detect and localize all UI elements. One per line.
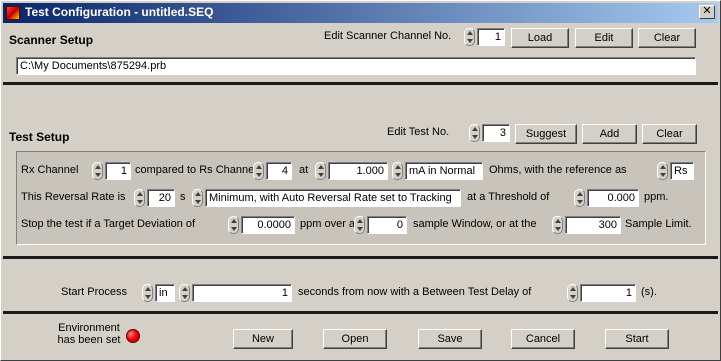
reversal-mode-select[interactable]: Minimum, with Auto Reversal Rate set to … bbox=[205, 189, 461, 207]
deviation-input[interactable]: 0.0000 bbox=[241, 216, 295, 234]
close-button[interactable]: ✕ bbox=[699, 5, 715, 19]
probe-file-path[interactable]: C:\My Documents\875294.prb bbox=[16, 57, 696, 75]
ppm-over-label: ppm over a bbox=[300, 218, 356, 230]
separator bbox=[3, 82, 718, 85]
load-button[interactable]: Load bbox=[511, 28, 569, 48]
window-title: Test Configuration - untitled.SEQ bbox=[25, 5, 214, 19]
start-process-label: Start Process bbox=[61, 286, 128, 298]
window-spinner[interactable] bbox=[354, 216, 365, 234]
delay-spinner[interactable] bbox=[567, 284, 578, 302]
separator bbox=[3, 256, 718, 259]
rs-channel-spinner[interactable] bbox=[253, 162, 264, 180]
add-button[interactable]: Add bbox=[582, 124, 637, 144]
rx-channel-input[interactable]: 1 bbox=[105, 162, 131, 180]
test-no-label: Edit Test No. bbox=[387, 126, 450, 138]
scanner-channel-spinner[interactable] bbox=[464, 28, 475, 46]
scanner-channel-label: Edit Scanner Channel No. bbox=[324, 30, 452, 42]
process-seconds-spinner[interactable] bbox=[179, 284, 190, 302]
environment-status-led bbox=[126, 329, 140, 343]
edit-button[interactable]: Edit bbox=[575, 28, 633, 48]
test-configuration-window: Test Configuration - untitled.SEQ ✕ Scan… bbox=[0, 0, 721, 361]
open-button[interactable]: Open bbox=[323, 329, 387, 349]
delay-input[interactable]: 1 bbox=[580, 284, 636, 302]
rx-channel-label: Rx Channel bbox=[21, 164, 79, 176]
sample-limit-label: Sample Limit. bbox=[625, 218, 692, 230]
app-icon bbox=[6, 6, 20, 20]
seconds-unit-label: s bbox=[180, 191, 186, 203]
limit-input[interactable]: 300 bbox=[565, 216, 621, 234]
reversal-rate-input[interactable]: 20 bbox=[147, 189, 175, 207]
process-mode-select[interactable]: in bbox=[155, 284, 175, 302]
threshold-input[interactable]: 0.000 bbox=[587, 189, 639, 207]
compared-label: compared to Rs Channel bbox=[135, 164, 257, 176]
reversal-mode-spinner[interactable] bbox=[192, 189, 203, 207]
process-mode-spinner[interactable] bbox=[142, 284, 153, 302]
rs-channel-input[interactable]: 4 bbox=[266, 162, 292, 180]
process-seconds-input[interactable]: 1 bbox=[192, 284, 292, 302]
scanner-channel-input[interactable]: 1 bbox=[477, 28, 505, 46]
test-no-input[interactable]: 3 bbox=[482, 124, 510, 142]
current-mode-select[interactable]: mA in Normal bbox=[405, 162, 483, 180]
new-button[interactable]: New bbox=[233, 329, 293, 349]
start-button[interactable]: Start bbox=[605, 329, 669, 349]
test-clear-button[interactable]: Clear bbox=[642, 124, 697, 144]
limit-spinner[interactable] bbox=[552, 216, 563, 234]
separator bbox=[3, 311, 718, 314]
test-setup-title: Test Setup bbox=[9, 130, 70, 144]
environment-status-label: Environment has been set bbox=[56, 322, 122, 346]
current-input[interactable]: 1.000 bbox=[328, 162, 388, 180]
scanner-setup-title: Scanner Setup bbox=[9, 33, 94, 47]
ppm-label: ppm. bbox=[644, 191, 669, 203]
stop-test-label: Stop the test if a Target Deviation of bbox=[21, 218, 196, 230]
scanner-clear-button[interactable]: Clear bbox=[638, 28, 696, 48]
environment-label-line1: Environment bbox=[58, 322, 120, 334]
save-button[interactable]: Save bbox=[418, 329, 482, 349]
reference-label: Ohms, with the reference as bbox=[489, 164, 627, 176]
window-label: sample Window, or at the bbox=[413, 218, 537, 230]
reversal-rate-label: This Reversal Rate is bbox=[21, 191, 126, 203]
test-no-spinner[interactable] bbox=[469, 124, 480, 142]
seconds-from-now-label: seconds from now with a Between Test Del… bbox=[298, 286, 532, 298]
current-mode-spinner[interactable] bbox=[392, 162, 403, 180]
cancel-button[interactable]: Cancel bbox=[511, 329, 575, 349]
suggest-button[interactable]: Suggest bbox=[515, 124, 577, 144]
title-bar[interactable]: Test Configuration - untitled.SEQ ✕ bbox=[3, 3, 718, 23]
rx-channel-spinner[interactable] bbox=[92, 162, 103, 180]
reference-select[interactable]: Rs bbox=[670, 162, 694, 180]
delay-unit-label: (s). bbox=[641, 286, 657, 298]
environment-label-line2: has been set bbox=[57, 334, 121, 346]
current-spinner[interactable] bbox=[315, 162, 326, 180]
deviation-spinner[interactable] bbox=[228, 216, 239, 234]
at-label: at bbox=[299, 164, 309, 176]
window-input[interactable]: 0 bbox=[367, 216, 407, 234]
reference-spinner[interactable] bbox=[657, 162, 668, 180]
threshold-spinner[interactable] bbox=[574, 189, 585, 207]
reversal-rate-spinner[interactable] bbox=[134, 189, 145, 207]
threshold-label: at a Threshold of bbox=[467, 191, 550, 203]
